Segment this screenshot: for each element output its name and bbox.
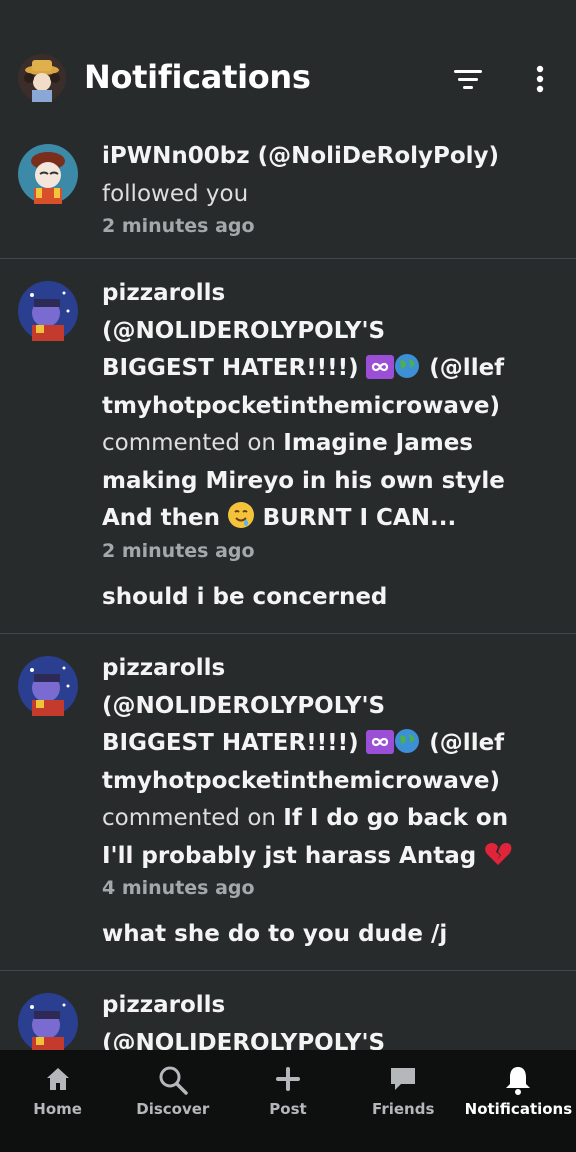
post-title-link[interactable]: If I do go back on — [283, 805, 508, 831]
notification-item[interactable]: pizzarolls (@NOLIDEROLYPOLY'S BIGGEST HA… — [0, 259, 576, 634]
post-title-link[interactable]: I'll probably jst harass Antag — [102, 843, 476, 869]
nav-notifications-label: Notifications — [464, 1100, 573, 1118]
notification-item[interactable]: iPWNn00bz (@NoliDeRolyPoly) followed you… — [0, 122, 576, 259]
notification-actor-line[interactable]: BIGGEST HATER!!!!) — [102, 730, 359, 756]
globe-icon — [394, 353, 422, 378]
notification-actor-line[interactable]: (@NOLIDEROLYPOLY'S — [102, 688, 556, 726]
bottom-navigation: Home Discover Post Friends Notifications — [0, 1050, 576, 1152]
home-icon — [46, 1068, 69, 1090]
nav-home[interactable]: Home — [0, 1050, 115, 1152]
notification-actor-line[interactable]: (@llef — [429, 355, 504, 381]
notification-list: iPWNn00bz (@NoliDeRolyPoly) followed you… — [0, 122, 576, 1152]
nav-post-label: Post — [269, 1100, 307, 1118]
post-title-link[interactable]: BURNT I CAN... — [263, 505, 457, 531]
app-root: Notifications iPWNn00bz (@NoliDeRolyPoly… — [0, 0, 576, 1152]
comment-preview: what she do to you dude /j — [102, 921, 448, 947]
nav-discover-label: Discover — [136, 1100, 210, 1118]
nav-post[interactable]: Post — [230, 1050, 345, 1152]
avatar[interactable] — [18, 993, 78, 1053]
notification-actor-line[interactable]: (@NOLIDEROLYPOLY'S — [102, 313, 556, 351]
comment-preview: should i be concerned — [102, 583, 388, 610]
nav-notifications[interactable]: Notifications — [461, 1050, 576, 1152]
avatar[interactable] — [18, 144, 78, 204]
page-title: Notifications — [84, 58, 311, 96]
notification-time: 2 minutes ago — [102, 539, 255, 562]
notification-actor-line[interactable]: pizzarolls — [102, 987, 556, 1025]
chat-icon — [391, 1068, 416, 1090]
infinity-icon — [365, 354, 394, 379]
notification-actor-line[interactable]: pizzarolls — [102, 650, 556, 688]
notification-actor-line[interactable]: tmyhotpocketinthemicrowave) — [102, 763, 556, 801]
broken-heart-icon — [484, 841, 512, 865]
post-title-link[interactable]: Imagine James — [283, 430, 473, 456]
notification-action: followed you — [102, 180, 249, 207]
filter-icon[interactable] — [450, 62, 486, 98]
avatar[interactable] — [18, 281, 78, 341]
notification-action: commented on — [102, 805, 276, 831]
avatar[interactable] — [18, 656, 78, 716]
more-vertical-icon[interactable] — [524, 62, 556, 98]
search-icon — [159, 1066, 188, 1095]
notification-actor-line[interactable]: BIGGEST HATER!!!!) — [102, 355, 359, 381]
globe-icon — [394, 728, 422, 753]
bell-icon — [506, 1067, 531, 1095]
post-title-link[interactable]: making Mireyo in his own style — [102, 463, 556, 501]
nav-discover[interactable]: Discover — [115, 1050, 230, 1152]
top-bar: Notifications — [0, 38, 576, 122]
plus-icon — [276, 1067, 300, 1091]
notification-actor-line[interactable]: tmyhotpocketinthemicrowave) — [102, 388, 556, 426]
notification-actor-line[interactable]: pizzarolls — [102, 275, 556, 313]
notification-action: commented on — [102, 430, 276, 456]
nav-friends[interactable]: Friends — [346, 1050, 461, 1152]
infinity-icon — [365, 729, 394, 754]
notification-time: 4 minutes ago — [102, 877, 255, 899]
notification-actor[interactable]: iPWNn00bz (@NoliDeRolyPoly) — [102, 143, 499, 169]
drooling-face-icon — [227, 501, 255, 528]
notification-time: 2 minutes ago — [102, 215, 255, 237]
nav-friends-label: Friends — [372, 1100, 435, 1118]
nav-home-label: Home — [33, 1100, 82, 1118]
notification-item[interactable]: pizzarolls (@NOLIDEROLYPOLY'S BIGGEST HA… — [0, 634, 576, 971]
post-title-link[interactable]: And then — [102, 505, 220, 531]
user-avatar[interactable] — [18, 54, 66, 102]
notification-actor-line[interactable]: (@llef — [429, 730, 504, 756]
